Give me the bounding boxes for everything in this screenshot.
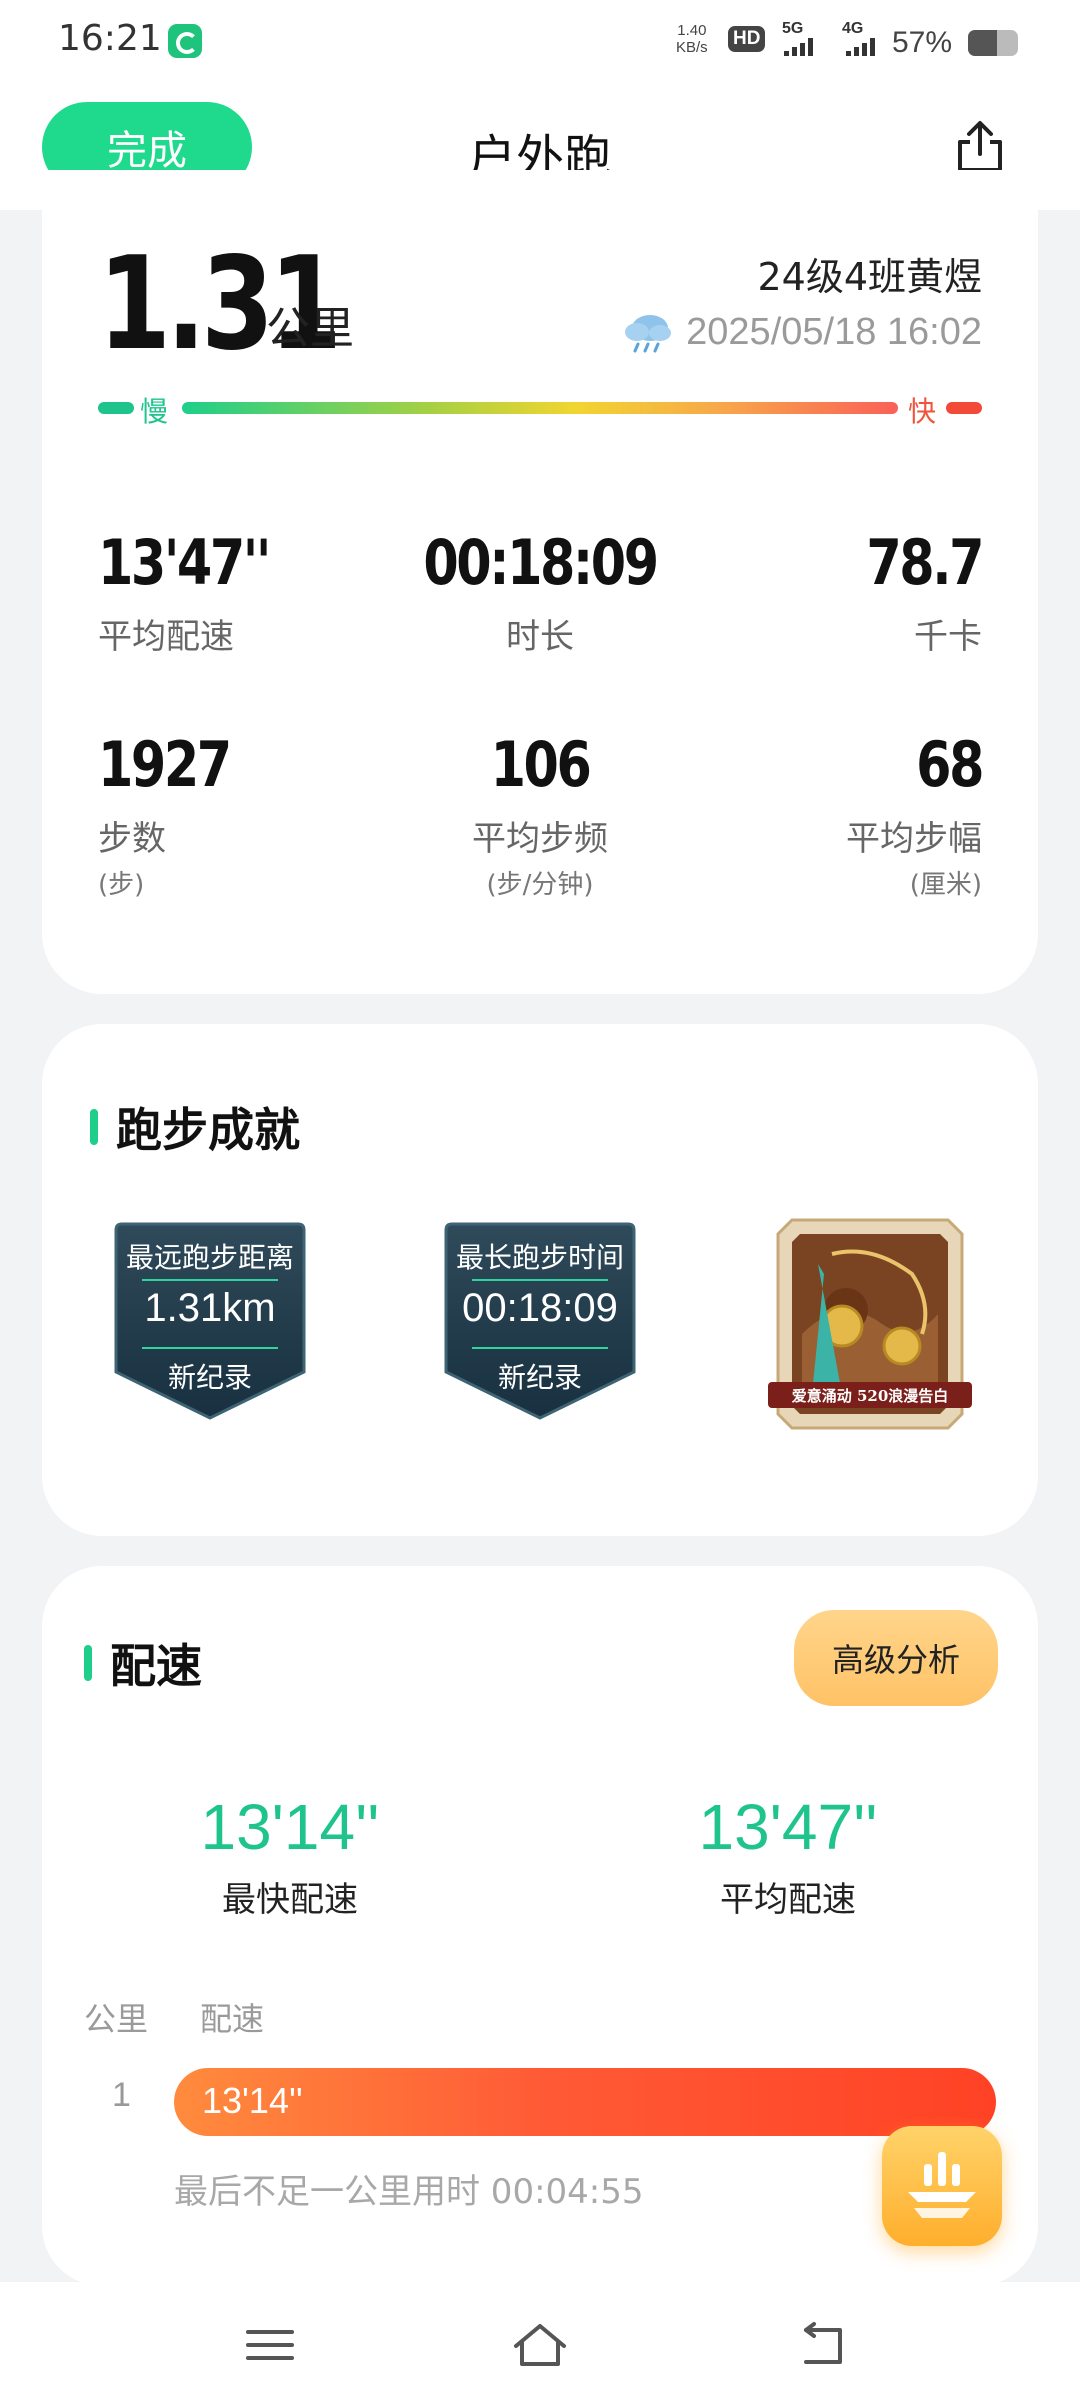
pace-remaining-note: 最后不足一公里用时 00:04:55 (174, 2172, 644, 2212)
stat-value: 106 (490, 728, 592, 801)
pace-col-pace: 配速 (200, 2000, 265, 2038)
network-4g-label: 4G (842, 20, 864, 37)
badge-title: 最长跑步时间 (455, 1241, 624, 1274)
stat-unit: (步/分钟) (486, 870, 594, 900)
stat-duration: 00:18:09 时长 (390, 526, 690, 658)
cloud-rain-icon (625, 315, 672, 353)
stat-value: 78.7 (866, 526, 984, 599)
pace-row-bar: 13'14'' (174, 2068, 996, 2136)
achievement-badges: 最远跑步距离 1.31km 新纪录 最长跑步时间 00:18:09 新纪录 爱意… (42, 1218, 1038, 1462)
pace-row-value: 13'14'' (202, 2080, 303, 2121)
stat-calories: 78.7 千卡 (682, 526, 984, 658)
speed-fast-label: 快 (907, 395, 936, 428)
share-icon[interactable] (952, 118, 1008, 176)
home-icon[interactable] (510, 2320, 570, 2370)
fastest-pace: 13'14'' 最快配速 (110, 1790, 470, 1921)
stat-cadence: 106 平均步频 (步/分钟) (390, 728, 690, 901)
stat-label: 时长 (506, 617, 574, 657)
user-name: 24级4班黄煜 (757, 255, 982, 299)
battery-icon (968, 30, 1018, 56)
fastest-pace-label: 最快配速 (222, 1880, 358, 1920)
pace-row-km: 1 (112, 2076, 131, 2114)
speed-legend-bar: 慢 快 (98, 395, 982, 428)
back-icon[interactable] (796, 2320, 856, 2370)
promo-text: 爱意涌动 520浪漫告白 (791, 1387, 949, 1405)
average-pace-label: 平均配速 (720, 1880, 856, 1920)
achievements-title: 跑步成就 (90, 1094, 300, 1160)
network-rate-unit: KB/s (676, 39, 708, 56)
achievements-title-text: 跑步成就 (116, 1103, 300, 1157)
network-5g-label: 5G (782, 20, 804, 37)
hd-icon: HD (728, 26, 766, 52)
distance-unit: 公里 (266, 303, 354, 354)
status-bar: 16:21 1.40 KB/s HD 5G 4G 57% (0, 0, 1080, 82)
stat-label: 平均步幅 (846, 819, 982, 859)
stat-label: 平均步频 (472, 819, 608, 859)
stat-unit: (厘米) (909, 870, 982, 900)
network-rate-value: 1.40 (677, 22, 707, 39)
average-pace: 13'47'' 平均配速 (608, 1790, 968, 1921)
run-datetime: 2025/05/18 16:02 (686, 310, 982, 353)
badge-title: 最远跑步距离 (125, 1241, 294, 1274)
fastest-pace-value: 13'14'' (200, 1791, 380, 1863)
status-time: 16:21 (58, 18, 162, 59)
app-notification-icon (168, 24, 202, 58)
section-marker (84, 1645, 92, 1681)
achievements-card: 跑步成就 最远跑步距离 1.31km 新纪录 最长跑步时间 00:18:09 新… (42, 1024, 1038, 1536)
stat-unit: (步) (98, 870, 145, 900)
stat-value: 68 (916, 728, 984, 801)
menu-icon[interactable] (240, 2320, 300, 2370)
average-pace-value: 13'47'' (698, 1791, 878, 1863)
badge-value: 00:18:09 (462, 1286, 618, 1330)
signal-4g-icon (846, 38, 875, 56)
summary-card: 1.31 公里 24级4班黄煜 2025/05/18 16:02 慢 快 13'… (42, 170, 1038, 994)
stat-label: 步数 (98, 819, 166, 859)
system-nav-bar (0, 2282, 1080, 2408)
stat-steps: 1927 步数 (步) (98, 728, 398, 901)
battery-percent: 57% (892, 26, 953, 59)
pace-col-km: 公里 (84, 2000, 149, 2038)
speed-gradient (182, 402, 898, 414)
stat-label: 千卡 (914, 617, 982, 657)
floating-chart-button[interactable] (882, 2126, 1002, 2246)
signal-5g-icon (784, 38, 813, 56)
promo-badge[interactable]: 爱意涌动 520浪漫告白 (762, 1214, 978, 1434)
stat-avg-pace: 13'47'' 平均配速 (98, 526, 398, 658)
speed-slow-label: 慢 (140, 395, 169, 428)
stat-value: 1927 (98, 728, 232, 801)
badge-longest-time[interactable]: 最长跑步时间 00:18:09 新纪录 (438, 1222, 642, 1422)
stat-stride: 68 平均步幅 (厘米) (682, 728, 984, 901)
stat-value: 13'47'' (98, 526, 271, 599)
stat-value: 00:18:09 (423, 526, 659, 599)
pace-title-text: 配速 (110, 1639, 202, 1693)
section-marker (90, 1109, 98, 1145)
chart-float-icon (908, 2152, 976, 2218)
stat-label: 平均配速 (98, 617, 234, 657)
badge-record-label: 新纪录 (497, 1361, 582, 1394)
advanced-analysis-button[interactable]: 高级分析 (794, 1610, 998, 1706)
weather-date-row: 2025/05/18 16:02 (622, 310, 982, 354)
badge-value: 1.31km (144, 1286, 276, 1330)
speed-slow-segment (98, 402, 134, 414)
network-rate: 1.40 KB/s (676, 22, 708, 56)
pace-section-title: 配速 (84, 1630, 202, 1696)
badge-record-label: 新纪录 (167, 1361, 252, 1394)
speed-fast-segment (946, 402, 982, 414)
badge-longest-distance[interactable]: 最远跑步距离 1.31km 新纪录 (108, 1222, 312, 1422)
